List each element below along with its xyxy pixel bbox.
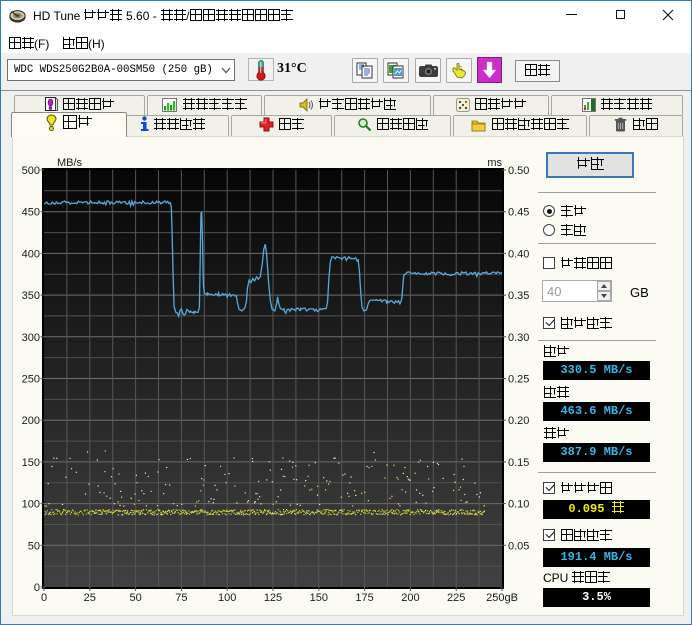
- svg-text:0.50: 0.50: [508, 165, 529, 177]
- svg-text:500: 500: [22, 165, 40, 177]
- svg-text:150: 150: [310, 592, 328, 604]
- svg-text:0: 0: [41, 592, 47, 604]
- svg-text:75: 75: [175, 592, 187, 604]
- svg-text:300: 300: [22, 332, 40, 344]
- svg-text:200: 200: [22, 415, 40, 427]
- svg-text:100: 100: [22, 499, 40, 511]
- svg-text:350: 350: [22, 290, 40, 302]
- svg-text:150: 150: [22, 457, 40, 469]
- svg-text:225: 225: [447, 592, 465, 604]
- svg-text:50: 50: [28, 540, 40, 552]
- svg-text:0.05: 0.05: [508, 540, 529, 552]
- svg-text:250: 250: [22, 374, 40, 386]
- svg-text:0: 0: [34, 582, 40, 594]
- svg-text:0.40: 0.40: [508, 248, 529, 260]
- svg-text:400: 400: [22, 248, 40, 260]
- svg-text:MB/s: MB/s: [57, 157, 83, 169]
- svg-text:ms: ms: [487, 157, 502, 169]
- svg-text:125: 125: [264, 592, 282, 604]
- svg-text:100: 100: [218, 592, 236, 604]
- svg-text:25: 25: [84, 592, 96, 604]
- svg-text:250gB: 250gB: [486, 592, 518, 604]
- svg-text:0.20: 0.20: [508, 415, 529, 427]
- svg-text:0.25: 0.25: [508, 374, 529, 386]
- svg-text:0.30: 0.30: [508, 332, 529, 344]
- svg-text:175: 175: [355, 592, 373, 604]
- svg-text:50: 50: [129, 592, 141, 604]
- svg-text:0.45: 0.45: [508, 207, 529, 219]
- svg-text:450: 450: [22, 207, 40, 219]
- svg-text:200: 200: [401, 592, 419, 604]
- svg-text:0.10: 0.10: [508, 499, 529, 511]
- svg-text:0.15: 0.15: [508, 457, 529, 469]
- svg-text:0.35: 0.35: [508, 290, 529, 302]
